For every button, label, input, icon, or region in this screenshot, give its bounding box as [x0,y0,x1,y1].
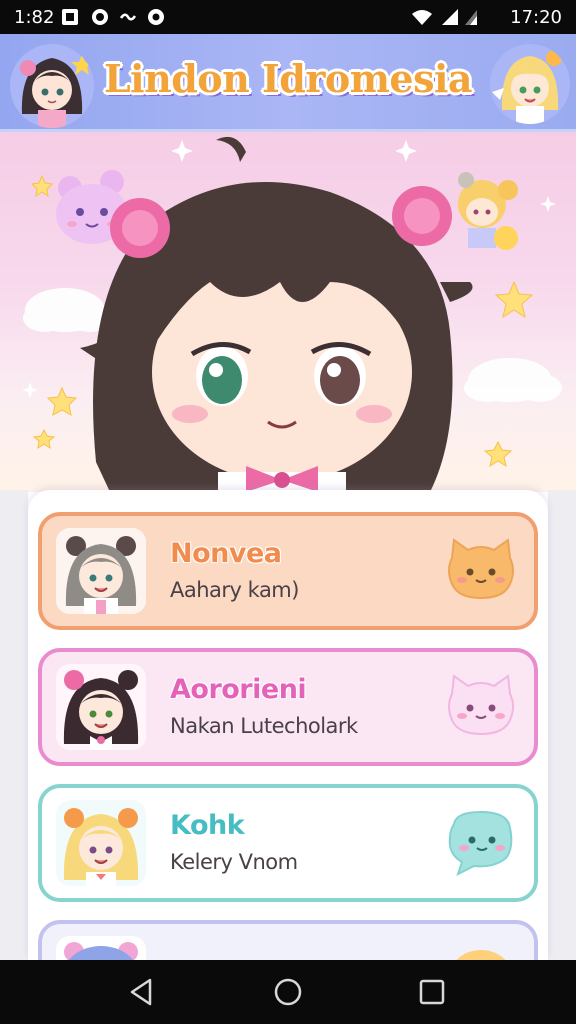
contact-subtitle: Nakan Lutecholark [170,714,358,738]
contact-name: Nonvea [170,538,282,569]
hero-banner [0,132,576,492]
status-time-right: 17:20 [510,7,562,28]
contact-avatar [56,528,146,614]
contact-avatar [56,800,146,886]
contact-name: Aororieni [170,674,307,705]
recents-icon[interactable] [416,976,448,1008]
battery-icon [465,10,477,25]
small-character [458,172,518,250]
navigation-bar [0,960,576,1024]
speech-bubble-icon[interactable] [444,808,518,878]
app-icon [62,9,78,25]
signal-icon [442,9,458,25]
cat-chat-icon[interactable] [444,672,518,742]
circle-app-icon [92,9,108,25]
cat-chat-icon[interactable] [444,536,518,606]
contact-avatar [56,936,146,960]
contact-card-1[interactable]: Nonvea Aahary kam) [38,512,538,630]
back-icon[interactable] [126,976,158,1008]
contact-avatar [56,664,146,750]
contact-name: Kohk [170,810,245,841]
app-header: Lindon Idromesia [0,34,576,132]
friend-avatar[interactable] [490,44,570,124]
contact-card-2[interactable]: Aororieni Nakan Lutecholark [38,648,538,766]
contact-card-4[interactable] [38,920,538,960]
list-side-left [0,490,28,960]
contact-list[interactable]: Nonvea Aahary kam) Aororieni Nakan Lutec… [28,490,548,960]
status-time-left: 1:82 [14,7,55,28]
list-side-right [548,490,576,960]
hero-character-illustration [22,136,562,492]
chat-icon[interactable] [444,944,518,960]
contact-subtitle: Aahary kam) [170,578,299,602]
main-girl [80,136,473,492]
wifi-icon [412,10,432,25]
home-icon[interactable] [272,976,304,1008]
contact-subtitle: Kelery Vnom [170,850,298,874]
contact-card-3[interactable]: Kohk Kelery Vnom [38,784,538,902]
status-bar: 1:82 17:20 [0,0,576,34]
link-icon [119,13,137,21]
camera-icon [148,9,164,25]
